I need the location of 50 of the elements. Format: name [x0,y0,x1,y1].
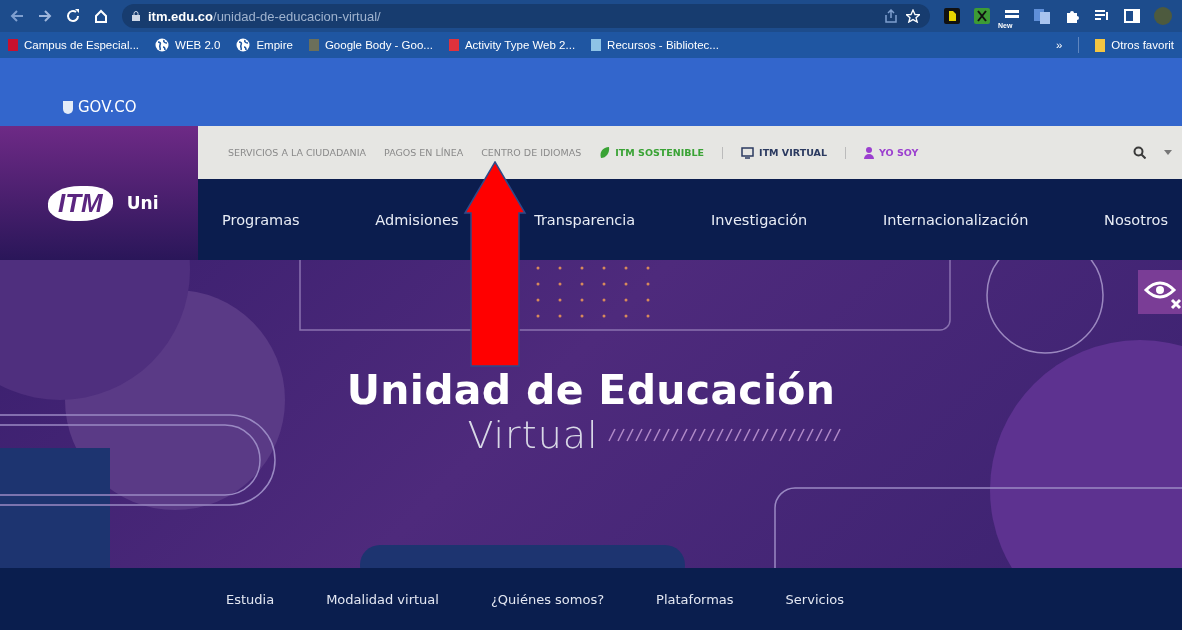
footer-nav-link[interactable]: Modalidad virtual [326,591,439,607]
monitor-icon [741,146,755,159]
user-icon [863,146,874,159]
accessibility-eye-icon[interactable] [1138,270,1182,314]
address-bar[interactable]: itm.edu.co/unidad-de-educacion-virtual/ [122,4,930,28]
folder-icon [1095,38,1106,52]
nav-link[interactable]: Transparencia [534,211,636,228]
extension-icon[interactable] [944,8,960,24]
bookmark[interactable]: Recursos - Bibliotec... [591,39,719,51]
leaf-icon [599,146,611,159]
extension-icon[interactable] [974,8,990,24]
bookmark-folder[interactable]: Otros favorit [1095,38,1174,52]
side-panel-icon[interactable] [1124,8,1140,24]
footer-nav-link[interactable]: Servicios [785,591,844,607]
nav-link[interactable]: Programas [222,211,300,228]
search-icon[interactable] [1133,146,1146,159]
caret-icon[interactable] [1164,149,1172,156]
bookmark[interactable]: Empire [236,38,293,52]
institution-name: Uni [126,193,159,213]
bookmark[interactable]: WEB 2.0 [155,38,221,52]
url-text: itm.edu.co/unidad-de-educacion-virtual/ [148,8,381,24]
utility-link[interactable]: ITM VIRTUAL [741,146,827,159]
footer-nav-link[interactable]: Plataformas [656,591,734,607]
footer-nav-link[interactable]: ¿Quiénes somos? [490,591,605,607]
shield-icon [62,99,74,115]
bookmark[interactable]: Google Body - Goo... [308,39,433,51]
globe-icon [155,38,170,52]
forward-icon[interactable] [38,9,52,23]
nav-link[interactable]: Nosotros [1104,211,1168,228]
footer-nav-link[interactable]: Estudia [226,591,275,607]
home-icon[interactable] [94,9,108,23]
reload-icon[interactable] [66,9,80,23]
share-icon[interactable] [884,9,898,23]
hero-title: Unidad de Educación [346,368,836,414]
star-icon[interactable] [906,9,920,23]
nav-link[interactable]: Investigación [710,211,808,228]
hero-subtitle: Virtual [467,413,599,458]
gov-co-link[interactable]: GOV.CO [62,98,137,116]
extensions-icon[interactable] [1064,8,1080,24]
utility-link[interactable]: YO SOY [863,146,919,159]
nav-link[interactable]: Internacionalización [882,211,1029,228]
bookmark[interactable]: Activity Type Web 2... [448,39,576,51]
more-bookmarks-button[interactable]: » [1055,39,1063,51]
lock-icon [132,11,140,21]
itm-logo[interactable]: ITM [48,185,113,221]
bookmark[interactable]: Campus de Especial... [8,39,140,51]
translate-icon[interactable] [1034,8,1050,24]
nav-link[interactable]: Admisiones [375,211,459,228]
back-icon[interactable] [10,9,24,23]
globe-icon [236,38,251,52]
